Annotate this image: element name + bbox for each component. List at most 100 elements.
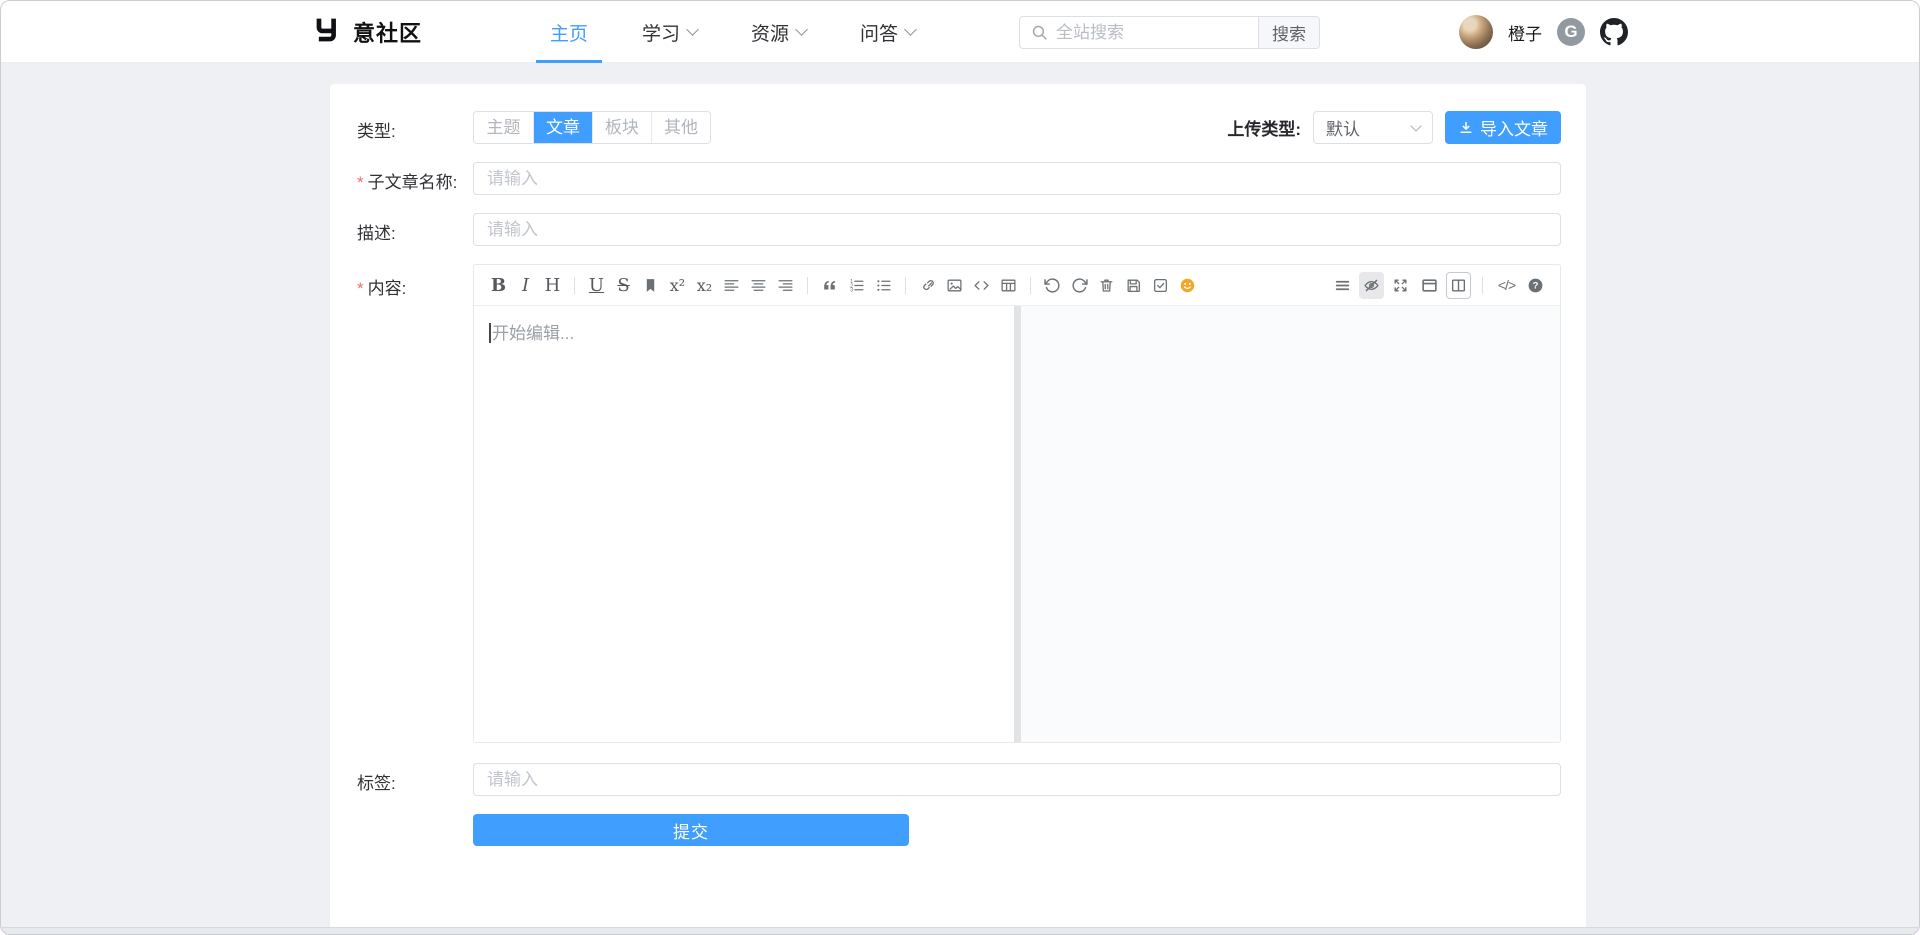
type-option-板块[interactable]: 板块 [592,112,651,143]
import-article-button[interactable]: 导入文章 [1445,111,1561,144]
navbar: 意社区 主页 学习 资源 问答 搜索 橙子 G [1,1,1919,63]
tags-row: 标签: [357,763,1561,796]
text-caret [489,323,491,343]
underline-icon[interactable]: U [584,272,609,299]
page-preview-icon[interactable] [1417,272,1442,299]
link-icon[interactable] [915,272,940,299]
chevron-down-icon [795,23,808,36]
outline-menu-icon[interactable] [1330,272,1355,299]
github-icon[interactable] [1600,18,1628,46]
sub-article-name-label: 子文章名称: [357,162,473,195]
editor-toolbar-right: </>? [1330,272,1548,299]
sub-article-name-input[interactable] [473,162,1561,195]
editor-toolbar-left: BIHUSx²x₂ 123 [486,272,1200,299]
editor-toolbar: BIHUSx²x₂ 123 </>? [474,265,1560,306]
scrollbar-horizontal[interactable] [1,927,1919,934]
split-view-icon[interactable] [1446,272,1471,299]
main-nav: 主页 学习 资源 问答 [546,1,919,63]
article-form-card: 类型: 主题文章板块其他 上传类型: 默认 导 [330,84,1586,927]
delete-icon[interactable] [1094,272,1119,299]
nav-item-主页[interactable]: 主页 [546,1,592,63]
submit-row: 提交 [357,814,1561,846]
chevron-down-icon [904,23,917,36]
help-icon[interactable]: ? [1523,272,1548,299]
nav-item-label: 资源 [751,19,789,46]
upload-type-label: 上传类型: [1227,115,1301,140]
type-option-其他[interactable]: 其他 [651,112,710,143]
site-logo-icon [314,16,342,49]
markdown-editor: BIHUSx²x₂ 123 </>? 开始编辑... [473,264,1561,743]
upload-type-value: 默认 [1326,115,1360,140]
svg-text:3: 3 [850,287,853,293]
content-row: 内容: BIHUSx²x₂ 123 </>? 开始编辑... [357,264,1561,743]
username[interactable]: 橙子 [1508,20,1542,45]
nav-item-资源[interactable]: 资源 [747,1,810,63]
nav-item-问答[interactable]: 问答 [856,1,919,63]
content-label: 内容: [357,264,473,743]
search-button[interactable]: 搜索 [1258,16,1320,49]
avatar[interactable] [1459,15,1493,49]
task-list-icon[interactable] [1148,272,1173,299]
align-right-icon[interactable] [773,272,798,299]
save-icon[interactable] [1121,272,1146,299]
browser-viewport: 意社区 主页 学习 资源 问答 搜索 橙子 G 类型: [0,0,1920,935]
search-icon [1031,24,1048,41]
heading-icon[interactable]: H [540,272,565,299]
toolbar-divider [807,277,808,294]
nav-item-学习[interactable]: 学习 [638,1,701,63]
chevron-down-icon [686,23,699,36]
nav-item-label: 主页 [550,19,588,46]
source-code-icon[interactable]: </> [1494,272,1519,299]
search-group: 搜索 [1019,16,1320,49]
undo-icon[interactable] [1040,272,1065,299]
tags-input[interactable] [473,763,1561,796]
editor-split-handle[interactable] [1014,306,1021,742]
unordered-list-icon[interactable] [871,272,896,299]
svg-text:?: ? [1533,280,1539,291]
align-center-icon[interactable] [746,272,771,299]
type-segmented: 主题文章板块其他 [473,111,711,144]
toolbar-divider [905,277,906,294]
type-option-主题[interactable]: 主题 [474,112,533,143]
quote-icon[interactable] [817,272,842,299]
sub-article-name-row: 子文章名称: [357,162,1561,195]
upload-type-select[interactable]: 默认 [1313,111,1433,144]
description-input[interactable] [473,213,1561,246]
ordered-list-icon[interactable]: 123 [844,272,869,299]
preview-off-icon[interactable] [1359,272,1384,299]
download-icon [1458,120,1474,136]
description-label: 描述: [357,213,473,246]
nav-item-label: 学习 [642,19,680,46]
code-block-icon[interactable] [969,272,994,299]
gitee-icon[interactable]: G [1557,18,1585,46]
submit-button[interactable]: 提交 [473,814,909,846]
type-label: 类型: [357,111,473,144]
image-icon[interactable] [942,272,967,299]
align-left-icon[interactable] [719,272,744,299]
fullscreen-icon[interactable] [1388,272,1413,299]
editor-placeholder: 开始编辑... [492,324,574,343]
nav-item-label: 问答 [860,19,898,46]
brand-home-link[interactable]: 意社区 [314,1,422,63]
editor-body: 开始编辑... [474,306,1560,742]
bookmark-icon[interactable] [638,272,663,299]
strikethrough-icon[interactable]: S [611,272,636,299]
chevron-down-icon [1410,120,1421,131]
search-input[interactable] [1056,17,1258,48]
bold-icon[interactable]: B [486,272,511,299]
italic-icon[interactable]: I [513,272,538,299]
subscript-icon[interactable]: x₂ [692,272,717,299]
table-icon[interactable] [996,272,1021,299]
toolbar-divider [1482,277,1483,294]
emoji-icon[interactable] [1175,272,1200,299]
toolbar-divider [574,277,575,294]
description-row: 描述: [357,213,1561,246]
toolbar-divider [1030,277,1031,294]
site-title: 意社区 [353,16,422,48]
superscript-icon[interactable]: x² [665,272,690,299]
user-area: 橙子 G [1459,1,1628,63]
editor-input-pane[interactable]: 开始编辑... [474,306,1014,742]
type-row: 类型: 主题文章板块其他 上传类型: 默认 导 [357,111,1561,144]
redo-icon[interactable] [1067,272,1092,299]
type-option-文章[interactable]: 文章 [533,112,592,143]
